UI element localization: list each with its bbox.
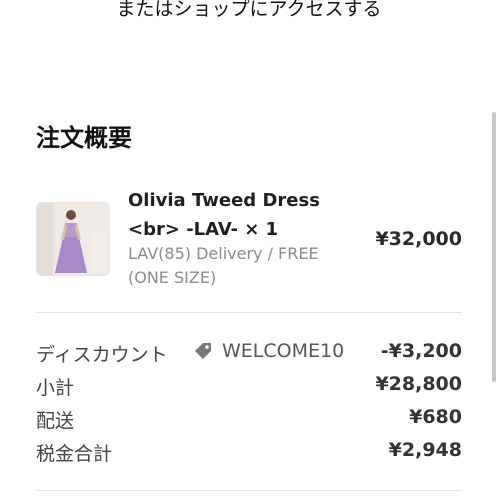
product-price: ¥32,000 bbox=[375, 228, 462, 250]
order-line-item: Olivia Tweed Dress <br> -LAV- × 1 LAV(85… bbox=[36, 184, 462, 294]
tax-row: 税金合計 ¥2,948 bbox=[36, 439, 462, 472]
dress-image-icon bbox=[37, 203, 109, 275]
divider bbox=[36, 312, 462, 313]
tag-icon bbox=[195, 343, 211, 359]
divider bbox=[36, 490, 462, 491]
discount-value: -¥3,200 bbox=[380, 340, 462, 362]
tax-label: 税金合計 bbox=[36, 443, 113, 465]
discount-row: ディスカウント WELCOME10 -¥3,200 bbox=[36, 340, 462, 373]
tax-value: ¥2,948 bbox=[388, 439, 462, 461]
product-variant: LAV(85) Delivery / FREE (ONE SIZE) bbox=[128, 244, 319, 287]
order-summary-title: 注文概要 bbox=[36, 124, 132, 152]
shipping-label: 配送 bbox=[36, 410, 75, 432]
product-thumbnail bbox=[36, 202, 110, 276]
subtotal-value: ¥28,800 bbox=[375, 373, 462, 395]
subtotal-label: 小計 bbox=[36, 377, 75, 399]
shipping-row: 配送 ¥680 bbox=[36, 406, 462, 439]
order-totals: ディスカウント WELCOME10 -¥3,200 小計 ¥28,800 配送 … bbox=[36, 340, 462, 472]
product-name: Olivia Tweed Dress <br> -LAV- × 1 bbox=[128, 190, 320, 240]
access-shop-link[interactable]: またはショップにアクセスする bbox=[0, 0, 498, 21]
discount-code-badge: WELCOME10 bbox=[192, 340, 344, 362]
discount-code: WELCOME10 bbox=[222, 340, 345, 362]
subtotal-row: 小計 ¥28,800 bbox=[36, 373, 462, 406]
discount-label: ディスカウント bbox=[36, 344, 168, 366]
scrollbar[interactable] bbox=[492, 112, 496, 382]
shipping-value: ¥680 bbox=[409, 406, 462, 428]
